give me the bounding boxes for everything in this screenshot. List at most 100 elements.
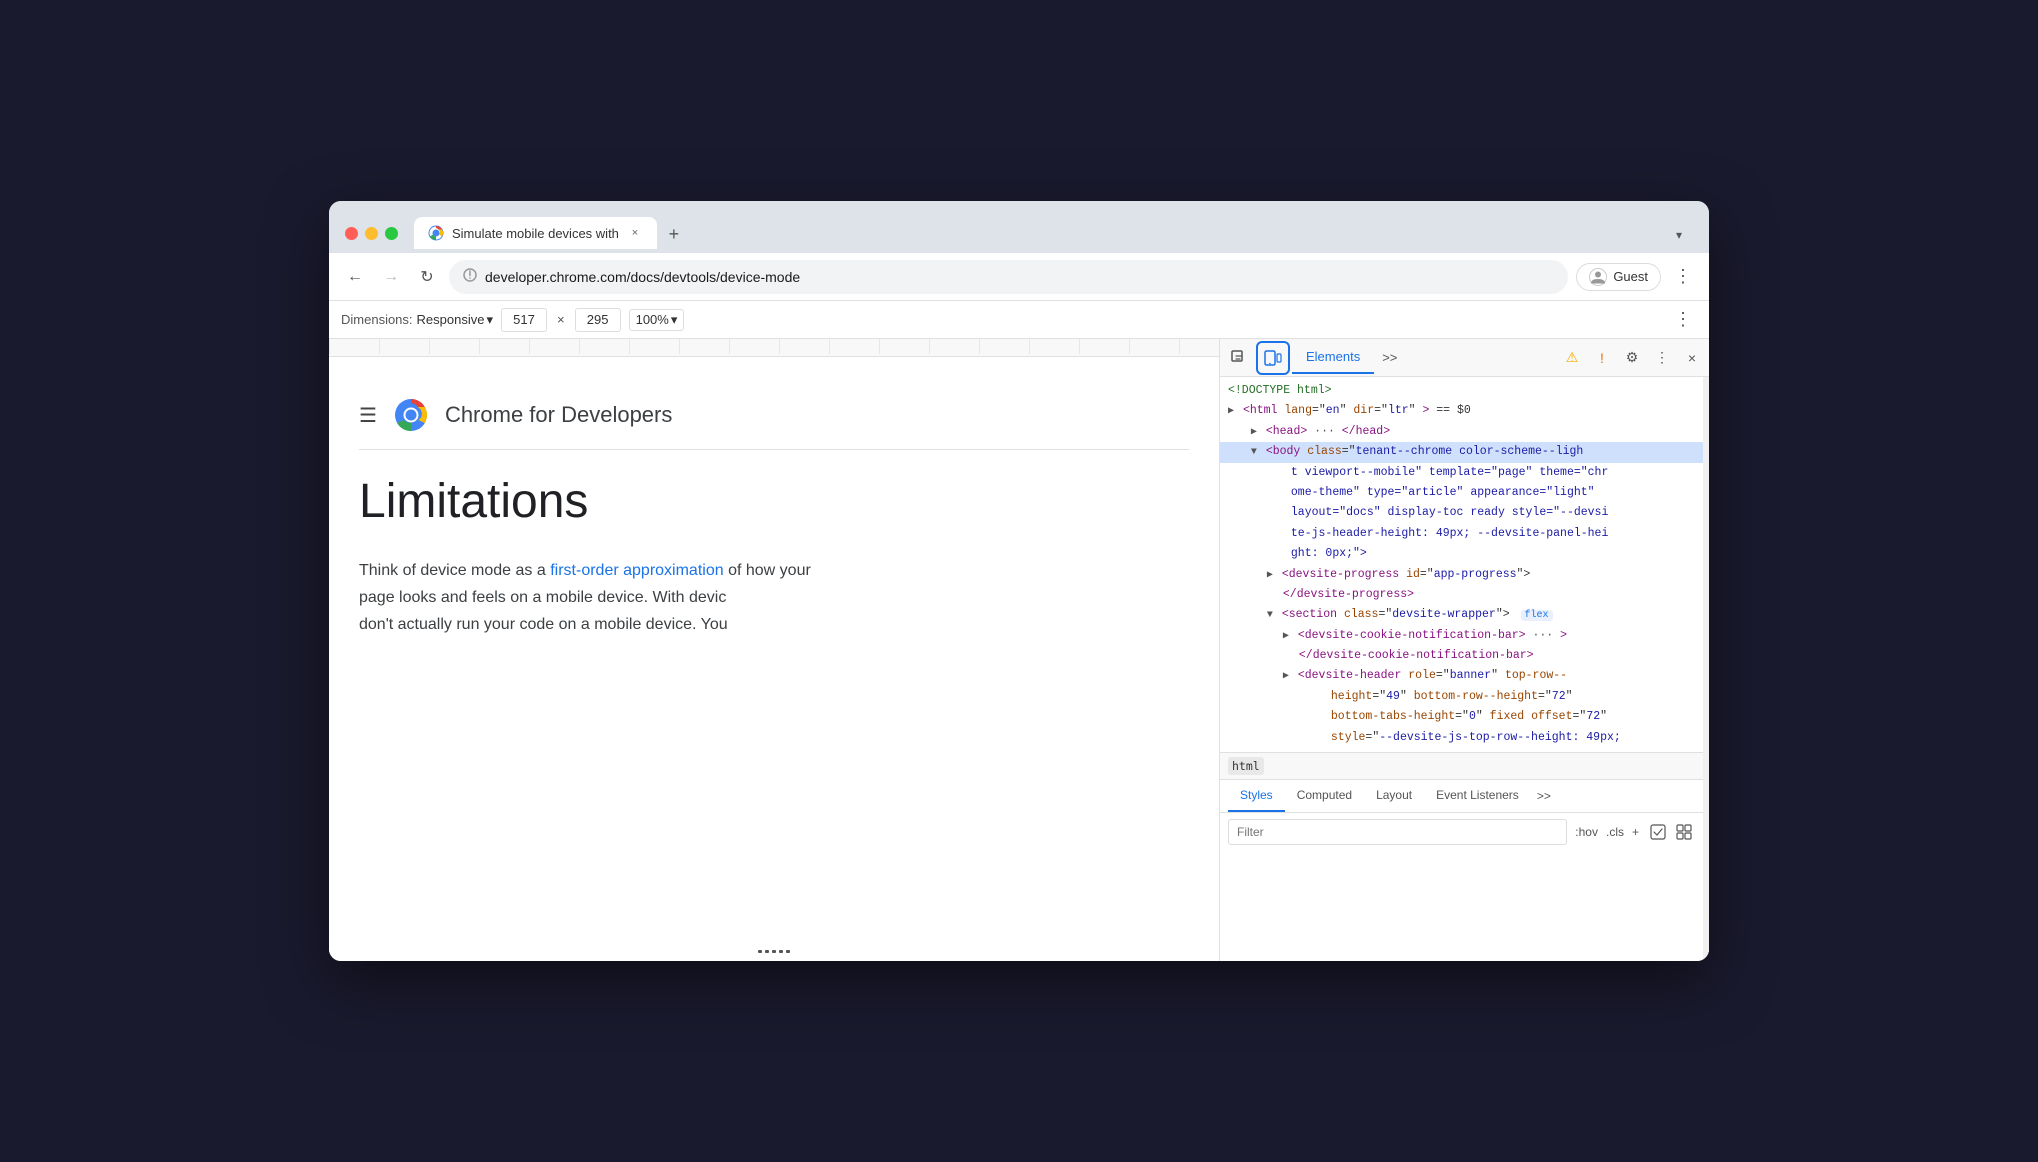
device-mode-icon[interactable] [1256,341,1290,375]
dimensions-dropdown[interactable]: Responsive ▾ [417,312,493,328]
profile-button[interactable]: Guest [1576,263,1661,291]
styles-tabs: Styles Computed Layout Event Listeners >… [1220,780,1703,813]
tab-layout[interactable]: Layout [1364,780,1424,812]
page-heading: Limitations [359,474,1189,529]
dom-tree: <!DOCTYPE html> ▶ <html lang="en" dir="l… [1220,377,1703,752]
width-input[interactable] [501,308,547,332]
chrome-brand-text: Chrome for Developers [445,402,672,428]
profile-label: Guest [1613,269,1648,284]
tab-favicon [428,225,444,241]
new-tab-button[interactable]: + [659,219,689,249]
hamburger-icon[interactable]: ☰ [359,403,377,428]
ruler-top [329,339,1219,357]
page-content: ☰ Chrome for Developers Limitations Thin… [329,357,1219,663]
tab-bar: Simulate mobile devices with × + ▾ [414,217,1693,249]
tab-close-button[interactable]: × [627,225,643,241]
dom-line-progress-close[interactable]: </devsite-progress> [1220,585,1703,605]
filter-input[interactable] [1228,819,1567,845]
dom-line-body-3: ome-theme" type="article" appearance="li… [1220,483,1703,503]
first-order-link[interactable]: first-order approximation [550,562,723,579]
nav-bar: ← → ↻ developer.chrome.com/docs/devtools… [329,253,1709,301]
error-icon[interactable]: ! [1589,345,1615,371]
bottom-drag-bar[interactable] [758,950,790,953]
filter-add[interactable]: + [1632,825,1639,839]
site-info-icon [463,268,477,285]
dom-line-cookie-close[interactable]: </devsite-cookie-notification-bar> [1220,646,1703,666]
dom-line-header-2: height="49" bottom-row--height="72" [1220,687,1703,707]
devtools-scrollbar[interactable] [1703,377,1709,961]
forward-button[interactable]: → [377,263,405,291]
tab-elements[interactable]: Elements [1292,341,1374,374]
viewport-area: ☰ Chrome for Developers Limitations Thin… [329,339,1219,961]
filter-bar: :hov .cls + [1220,813,1703,851]
toolbar-more-button[interactable]: ⋮ [1669,306,1697,334]
back-button[interactable]: ← [341,263,369,291]
settings-icon[interactable]: ⚙ [1619,345,1645,371]
breadcrumb-html[interactable]: html [1228,757,1264,775]
dimensions-section: Dimensions: Responsive ▾ [341,312,493,328]
dom-line-body-6: ght: 0px;"> [1220,544,1703,564]
tab-event-listeners[interactable]: Event Listeners [1424,780,1531,812]
dom-line-body[interactable]: ▼ <body class="tenant--chrome color-sche… [1220,442,1703,462]
close-devtools-button[interactable]: × [1679,345,1705,371]
tab-dropdown-button[interactable]: ▾ [1665,221,1693,249]
filter-cls[interactable]: .cls [1606,825,1624,839]
filter-icon-2[interactable] [1673,821,1695,843]
breadcrumb-bar: html [1220,753,1703,780]
dom-line-section[interactable]: ▼ <section class="devsite-wrapper"> flex [1220,605,1703,625]
dom-line-header-1[interactable]: ▶ <devsite-header role="banner" top-row-… [1220,666,1703,686]
profile-icon [1589,268,1607,286]
more-options-icon[interactable]: ⋮ [1649,345,1675,371]
dom-line-body-5: te-js-header-height: 49px; --devsite-pan… [1220,524,1703,544]
devtools-main: <!DOCTYPE html> ▶ <html lang="en" dir="l… [1220,377,1703,961]
tab-title: Simulate mobile devices with [452,226,619,241]
inspect-icon[interactable] [1224,343,1254,373]
page-paragraph-2: page looks and feels on a mobile device.… [359,584,1189,611]
chrome-header: ☰ Chrome for Developers [359,381,1189,450]
devtools-content: <!DOCTYPE html> ▶ <html lang="en" dir="l… [1220,377,1709,961]
dom-line-body-4: layout="docs" display-toc ready style="-… [1220,503,1703,523]
dom-line-html[interactable]: ▶ <html lang="en" dir="ltr" > == $0 [1220,401,1703,421]
dom-line-body-2: t viewport--mobile" template="page" them… [1220,463,1703,483]
bottom-panel: html Styles Computed Layout Event Listen… [1220,752,1703,851]
dom-line-header-4: style="--devsite-js-top-row--height: 49p… [1220,728,1703,748]
minimize-button[interactable] [365,227,378,240]
filter-icons [1647,821,1695,843]
dom-line-doctype[interactable]: <!DOCTYPE html> [1220,381,1703,401]
page-paragraph-1: Think of device mode as a first-order ap… [359,557,1189,584]
browser-window: Simulate mobile devices with × + ▾ ← → ↻… [329,201,1709,961]
flex-badge: flex [1521,610,1553,621]
close-button[interactable] [345,227,358,240]
tab-computed[interactable]: Computed [1285,780,1364,812]
chrome-logo [393,397,429,433]
device-toolbar: Dimensions: Responsive ▾ × 100% ▾ ⋮ [329,301,1709,339]
filter-hov[interactable]: :hov [1575,825,1598,839]
page-paragraph-3: don't actually run your code on a mobile… [359,611,1189,638]
refresh-button[interactable]: ↻ [413,263,441,291]
tab-styles-more[interactable]: >> [1531,781,1557,811]
devtools-icons-right: ⚠ ! ⚙ ⋮ × [1559,345,1705,371]
dom-line-head[interactable]: ▶ <head> ··· </head> [1220,422,1703,442]
tab-styles[interactable]: Styles [1228,780,1285,812]
warning-icon[interactable]: ⚠ [1559,345,1585,371]
dimension-separator: × [557,312,565,327]
tab-more[interactable]: >> [1374,342,1405,373]
dom-line-progress[interactable]: ▶ <devsite-progress id="app-progress"> [1220,565,1703,585]
maximize-button[interactable] [385,227,398,240]
main-area: ☰ Chrome for Developers Limitations Thin… [329,339,1709,961]
dom-line-header-3: bottom-tabs-height="0" fixed offset="72" [1220,707,1703,727]
tab-bar-end: ▾ [1665,221,1693,249]
browser-menu-button[interactable]: ⋮ [1669,263,1697,291]
zoom-dropdown[interactable]: 100% ▾ [629,309,685,331]
traffic-lights [345,227,398,240]
url-text: developer.chrome.com/docs/devtools/devic… [485,269,1554,285]
filter-icon-1[interactable] [1647,821,1669,843]
address-bar[interactable]: developer.chrome.com/docs/devtools/devic… [449,260,1568,294]
title-bar: Simulate mobile devices with × + ▾ [329,201,1709,253]
dom-line-cookie[interactable]: ▶ <devsite-cookie-notification-bar> ··· … [1220,626,1703,646]
height-input[interactable] [575,308,621,332]
dimensions-label: Dimensions: [341,312,413,327]
active-tab[interactable]: Simulate mobile devices with × [414,217,657,249]
devtools-tabs: Elements >> ⚠ ! ⚙ ⋮ × [1220,339,1709,377]
devtools-panel: Elements >> ⚠ ! ⚙ ⋮ × <!DOCTYPE html> [1219,339,1709,961]
